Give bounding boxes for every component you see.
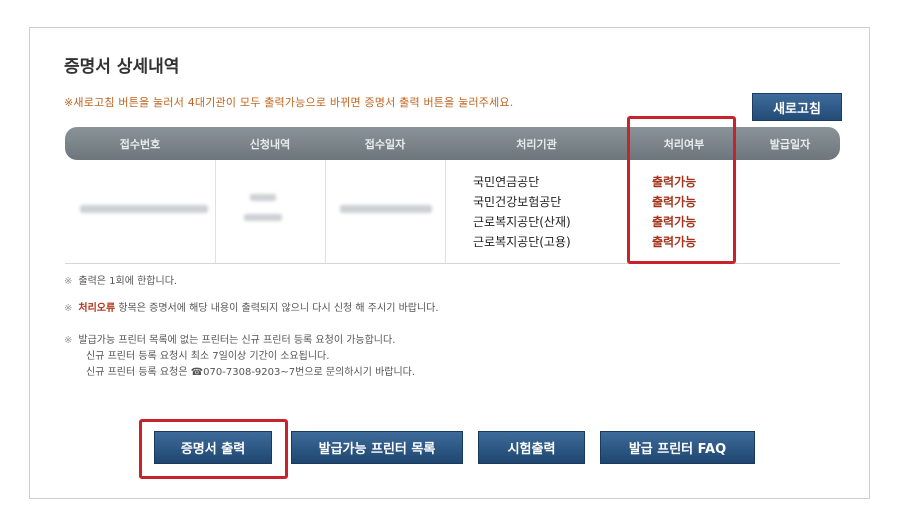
note-printer-registration: ※ 발급가능 프린터 목록에 없는 프린터는 신규 프린터 등록 요청이 가능합니… <box>64 335 416 378</box>
column-divider <box>325 160 326 263</box>
header-receipt-date: 접수일자 <box>364 137 406 151</box>
test-print-button[interactable]: 시험출력 <box>478 431 585 464</box>
list-item: 국민연금공단 <box>473 175 540 189</box>
header-request-details: 신청내역 <box>249 137 291 151</box>
redacted-receipt-number <box>80 205 208 213</box>
printer-list-button[interactable]: 발급가능 프린터 목록 <box>291 431 463 464</box>
redacted-request-details <box>244 214 282 221</box>
column-divider <box>215 160 216 263</box>
list-item: 국민건강보험공단 <box>473 195 562 209</box>
note-mark: ※ <box>64 303 73 314</box>
print-button-highlight-box <box>139 419 288 479</box>
redacted-request-details <box>250 194 276 201</box>
list-item: 근로복지공단(고용) <box>473 235 571 249</box>
list-item: 근로복지공단(산재) <box>473 215 571 229</box>
note-mark: ※ <box>64 276 73 287</box>
header-processing-agency: 처리기관 <box>516 137 557 151</box>
status-highlight-box <box>627 116 736 264</box>
agency-list: 국민연금공단 국민건강보험공단 근로복지공단(산재) 근로복지공단(고용) <box>473 172 571 252</box>
redacted-receipt-date <box>340 205 432 213</box>
refresh-button[interactable]: 새로고침 <box>752 93 842 121</box>
note-processing-error: ※ 처리오류 항목은 증명서에 해당 내용이 출력되지 않으니 다시 신청 해 주… <box>64 303 439 314</box>
refresh-notice: ※새로고침 버튼을 눌러서 4대기관이 모두 출력가능으로 바뀌면 증명서 출력… <box>64 96 514 109</box>
printer-faq-button[interactable]: 발급 프린터 FAQ <box>600 431 755 464</box>
header-receipt-number: 접수번호 <box>119 137 161 151</box>
header-issue-date: 발급일자 <box>769 137 811 151</box>
column-divider <box>445 160 446 263</box>
page-title: 증명서 상세내역 <box>64 57 180 77</box>
note-mark: ※ <box>64 335 73 346</box>
note-print-once: ※ 출력은 1회에 한합니다. <box>64 276 178 287</box>
